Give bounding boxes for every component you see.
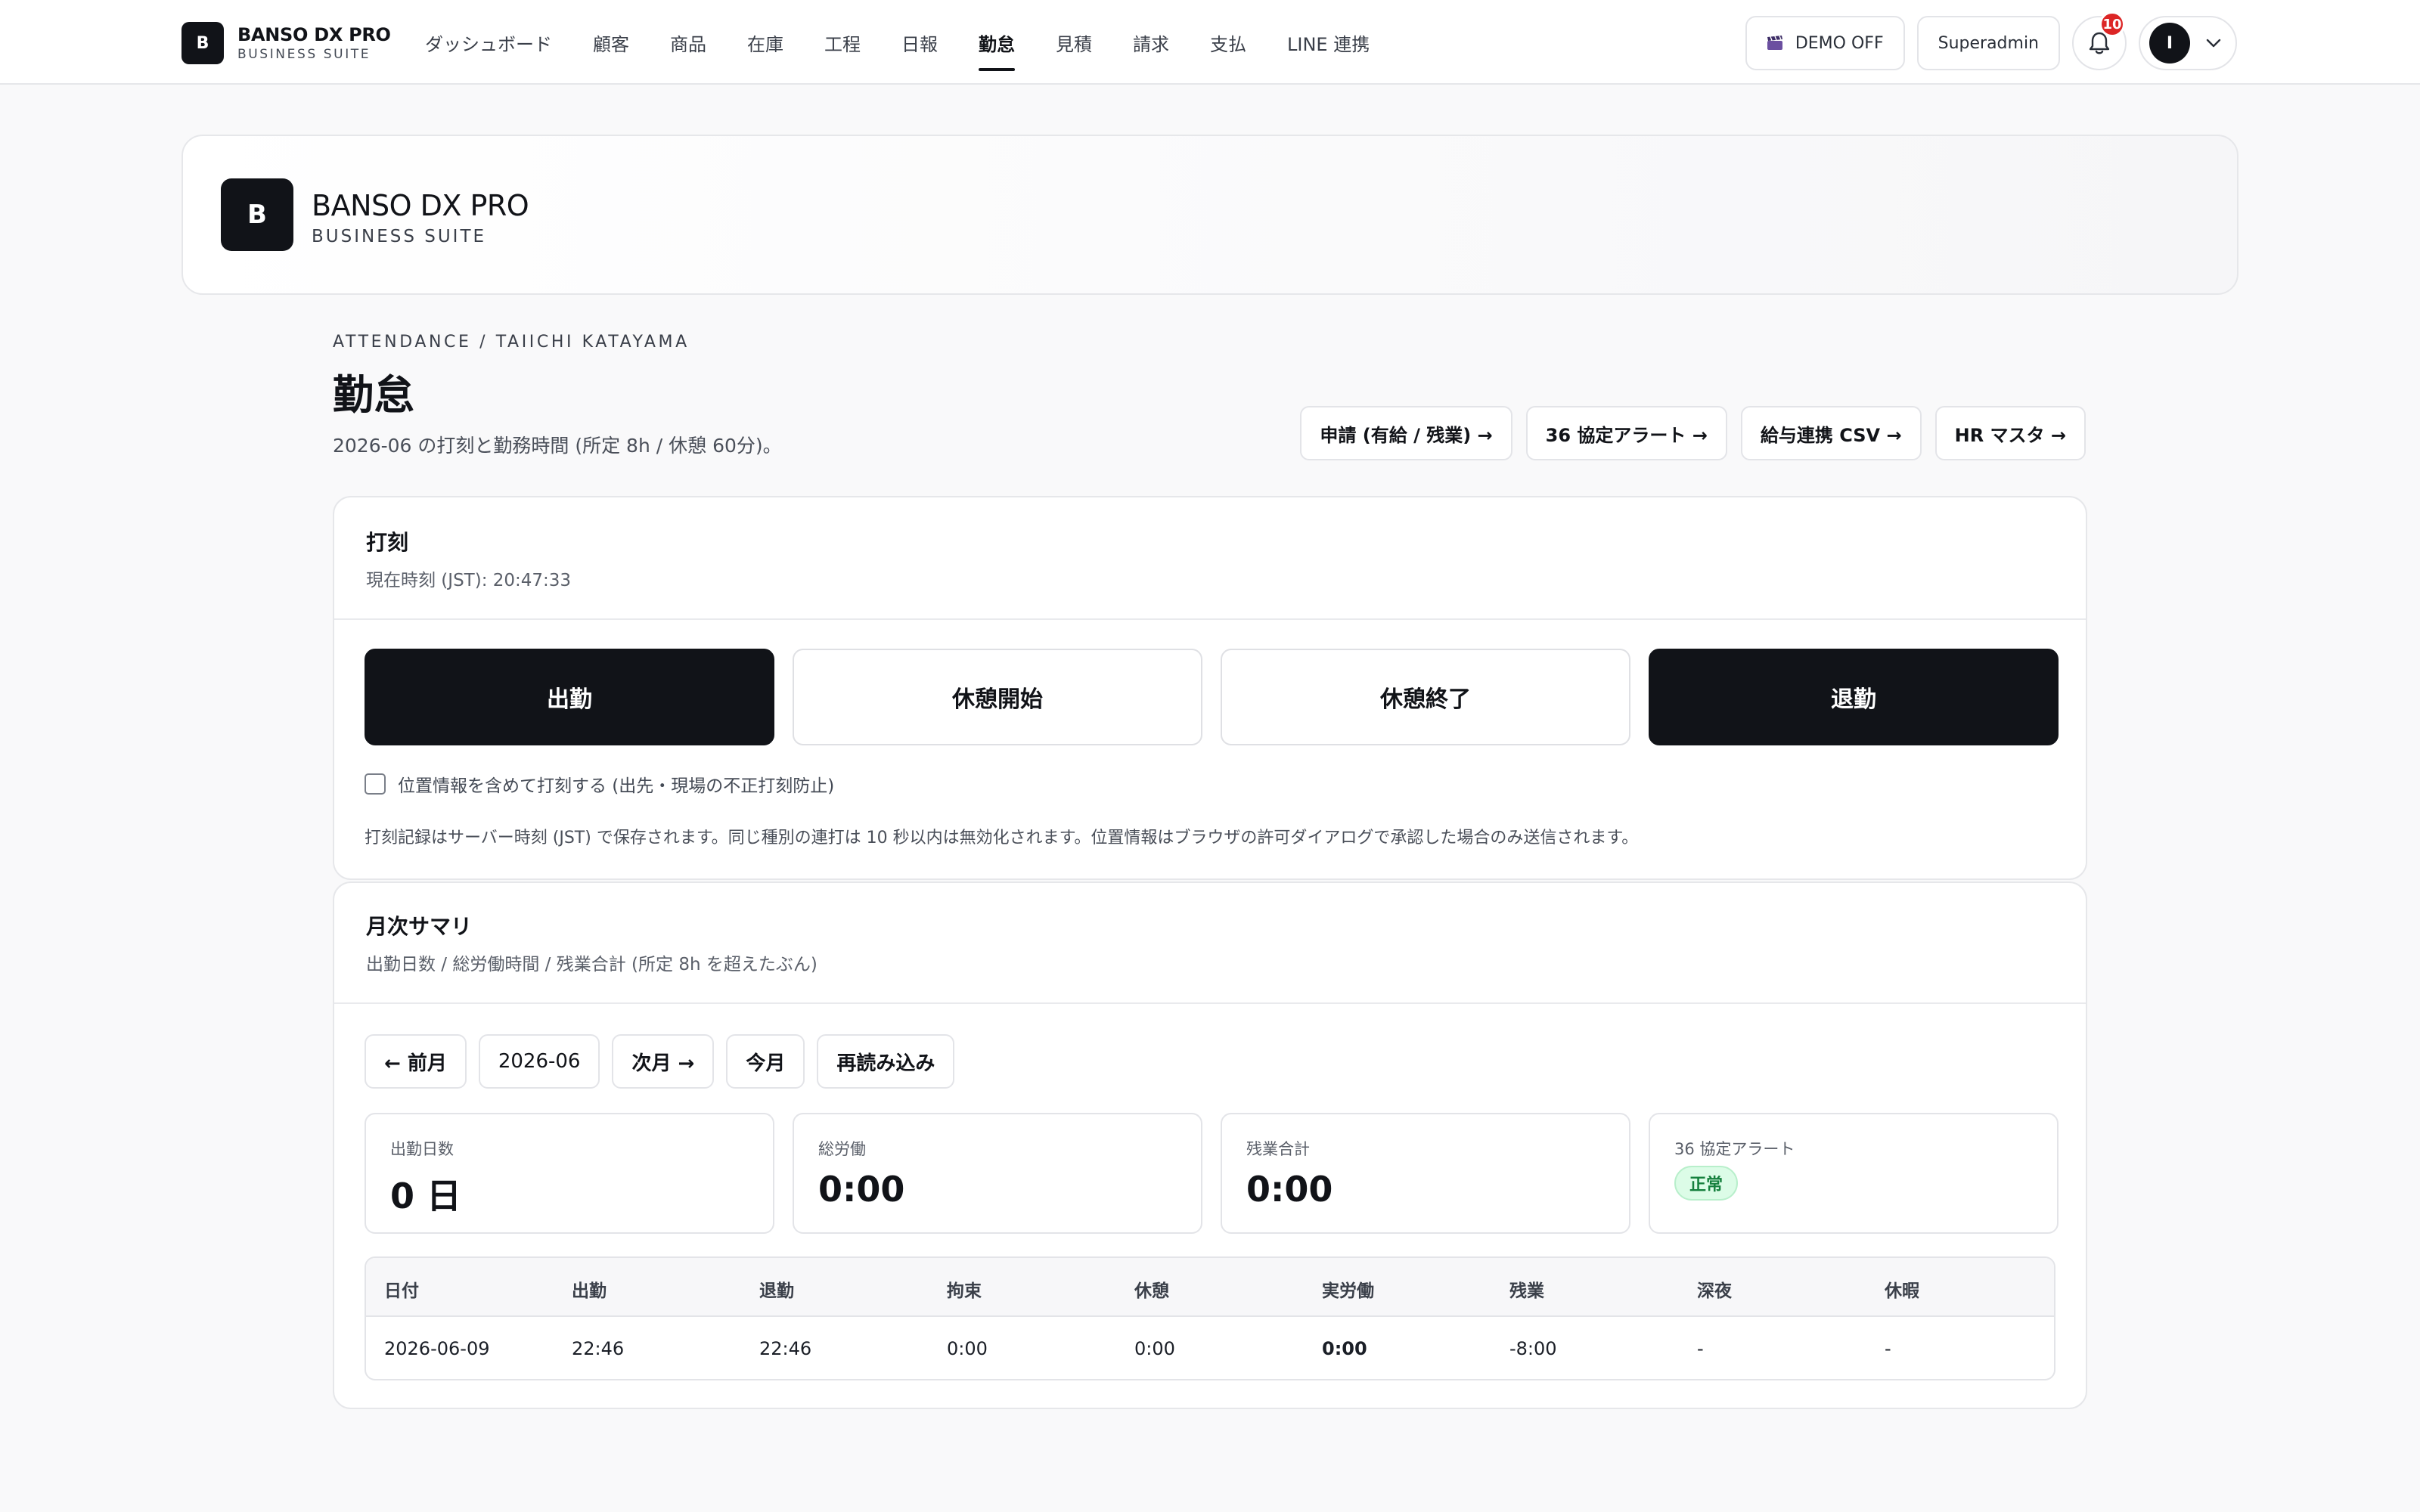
nav-line[interactable]: LINE 連携 <box>1287 0 1370 85</box>
geolocation-checkbox[interactable] <box>365 773 386 795</box>
clock-in-button[interactable]: 出勤 <box>365 649 774 745</box>
main-menu: ダッシュボード 顧客 商品 在庫 工程 日報 勤怠 見積 請求 支払 LINE … <box>425 0 1410 85</box>
summary-subtitle: 出勤日数 / 総労働時間 / 残業合計 (所定 8h を超えたぶん) <box>366 955 818 974</box>
page-description: 2026-06 の打刻と勤務時間 (所定 8h / 休憩 60分)。 <box>333 435 782 457</box>
nav-customers[interactable]: 顧客 <box>593 0 629 85</box>
monthly-summary-card: 月次サマリ 出勤日数 / 総労働時間 / 残業合計 (所定 8h を超えたぶん)… <box>333 881 2087 1409</box>
notification-count-badge: 10 <box>2099 11 2125 37</box>
current-time: 現在時刻 (JST): 20:47:33 <box>366 571 572 590</box>
brand-name: BANSO DX PRO <box>237 23 391 45</box>
stat-label: 36 協定アラート <box>1674 1140 1795 1158</box>
punch-card: 打刻 現在時刻 (JST): 20:47:33 出勤 休憩開始 休憩終了 退勤 … <box>333 496 2087 880</box>
col-clock-in: 出勤 <box>572 1281 607 1301</box>
demo-label: DEMO OFF <box>1795 33 1884 53</box>
brand-subtitle: BUSINESS SUITE <box>237 46 371 62</box>
geolocation-option[interactable]: 位置情報を含めて打刻する (出先・現場の不正打刻防止) <box>365 771 834 797</box>
nav-attendance[interactable]: 勤怠 <box>979 0 1015 85</box>
banner-logo-badge: B <box>221 178 293 251</box>
col-leave: 休暇 <box>1885 1281 1919 1301</box>
leave-request-button[interactable]: 申請 (有給 / 残業) → <box>1300 406 1512 460</box>
summary-stats: 出勤日数 0 日 総労働 0:00 残業合計 0:00 36 協定アラート 正常 <box>365 1113 2059 1234</box>
punch-buttons: 出勤 休憩開始 休憩終了 退勤 <box>365 649 2059 745</box>
stat-value: 0 日 <box>390 1176 462 1216</box>
logo-badge: B <box>182 22 224 64</box>
cell-overtime: -8:00 <box>1509 1338 1557 1359</box>
prev-month-button[interactable]: ← 前月 <box>365 1034 467 1089</box>
stat-label: 総労働 <box>818 1140 866 1158</box>
cell-break: 0:00 <box>1134 1338 1175 1359</box>
user-menu-button[interactable]: I <box>2139 16 2237 70</box>
app-logo[interactable]: B BANSO DX PRO BUSINESS SUITE <box>182 22 391 64</box>
nav-dashboard[interactable]: ダッシュボード <box>425 0 552 85</box>
nav-invoices[interactable]: 請求 <box>1133 0 1169 85</box>
banner-brand-subtitle: BUSINESS SUITE <box>312 227 487 246</box>
stat-value: 0:00 <box>818 1169 905 1210</box>
top-nav: B BANSO DX PRO BUSINESS SUITE ダッシュボード 顧客… <box>0 0 2420 85</box>
col-late-night: 深夜 <box>1697 1281 1732 1301</box>
avatar: I <box>2149 23 2190 64</box>
geolocation-label: 位置情報を含めて打刻する (出先・現場の不正打刻防止) <box>398 776 835 796</box>
breadcrumb: ATTENDANCE / TAIICHI KATAYAMA <box>333 333 690 352</box>
nav-inventory[interactable]: 在庫 <box>747 0 783 85</box>
nav-products[interactable]: 商品 <box>670 0 706 85</box>
punch-title: 打刻 <box>366 530 409 555</box>
chevron-down-icon <box>2206 39 2221 48</box>
break-start-button[interactable]: 休憩開始 <box>793 649 1202 745</box>
col-overtime: 残業 <box>1509 1281 1544 1301</box>
clock-out-button[interactable]: 退勤 <box>1649 649 2059 745</box>
page-title: 勤怠 <box>333 371 414 419</box>
nav-quotes[interactable]: 見積 <box>1056 0 1092 85</box>
cell-actual-work: 0:00 <box>1322 1338 1367 1359</box>
nav-daily-report[interactable]: 日報 <box>901 0 938 85</box>
col-bound: 拘束 <box>947 1281 982 1301</box>
next-month-button[interactable]: 次月 → <box>612 1034 715 1089</box>
stat-overtime: 残業合計 0:00 <box>1221 1113 1630 1234</box>
cell-clock-out: 22:46 <box>759 1338 812 1359</box>
cell-clock-in: 22:46 <box>572 1338 625 1359</box>
36-agreement-alert-button[interactable]: 36 協定アラート → <box>1525 406 1727 460</box>
cell-bound: 0:00 <box>947 1338 988 1359</box>
stat-total-work: 総労働 0:00 <box>793 1113 1202 1234</box>
month-selector[interactable]: 2026-06 <box>478 1034 600 1089</box>
attendance-table: 日付 出勤 退勤 拘束 休憩 実労働 残業 深夜 休暇 2026-06-09 2… <box>365 1256 2055 1380</box>
banner-brand-name: BANSO DX PRO <box>312 189 529 222</box>
payroll-csv-button[interactable]: 給与連携 CSV → <box>1740 406 1922 460</box>
table-row[interactable]: 2026-06-09 22:46 22:46 0:00 0:00 0:00 -8… <box>366 1317 2054 1379</box>
stat-36-alert: 36 協定アラート 正常 <box>1649 1113 2059 1234</box>
status-badge: 正常 <box>1674 1166 1739 1201</box>
stat-label: 出勤日数 <box>390 1140 454 1158</box>
this-month-button[interactable]: 今月 <box>726 1034 805 1089</box>
stat-work-days: 出勤日数 0 日 <box>365 1113 774 1234</box>
nav-payments[interactable]: 支払 <box>1210 0 1246 85</box>
col-actual-work: 実労働 <box>1322 1281 1374 1301</box>
cell-date: 2026-06-09 <box>384 1338 490 1359</box>
notifications-button[interactable]: 10 <box>2072 11 2127 70</box>
month-navigation: ← 前月 2026-06 次月 → 今月 再読み込み <box>365 1034 966 1089</box>
punch-card-header: 打刻 現在時刻 (JST): 20:47:33 <box>334 497 2086 620</box>
cell-leave: - <box>1885 1338 1891 1359</box>
role-button[interactable]: Superadmin <box>1916 16 2060 70</box>
stat-value: 0:00 <box>1246 1169 1333 1210</box>
summary-title: 月次サマリ <box>366 914 473 939</box>
col-break: 休憩 <box>1134 1281 1169 1301</box>
nav-process[interactable]: 工程 <box>824 0 861 85</box>
table-header: 日付 出勤 退勤 拘束 休憩 実労働 残業 深夜 休暇 <box>366 1258 2054 1317</box>
col-date: 日付 <box>384 1281 419 1301</box>
hr-master-button[interactable]: HR マスタ → <box>1934 406 2086 460</box>
stat-label: 残業合計 <box>1246 1140 1310 1158</box>
summary-card-header: 月次サマリ 出勤日数 / 総労働時間 / 残業合計 (所定 8h を超えたぶん) <box>334 883 2086 1004</box>
header-actions: 申請 (有給 / 残業) → 36 協定アラート → 給与連携 CSV → HR… <box>1286 406 2086 460</box>
break-end-button[interactable]: 休憩終了 <box>1221 649 1630 745</box>
punch-note: 打刻記録はサーバー時刻 (JST) で保存されます。同じ種別の連打は 10 秒以… <box>365 829 1639 847</box>
col-clock-out: 退勤 <box>759 1281 794 1301</box>
clapperboard-icon <box>1767 36 1782 50</box>
reload-button[interactable]: 再読み込み <box>817 1034 955 1089</box>
brand-banner: B BANSO DX PRO BUSINESS SUITE <box>182 135 2238 295</box>
cell-late-night: - <box>1697 1338 1704 1359</box>
demo-toggle-button[interactable]: DEMO OFF <box>1745 16 1905 70</box>
